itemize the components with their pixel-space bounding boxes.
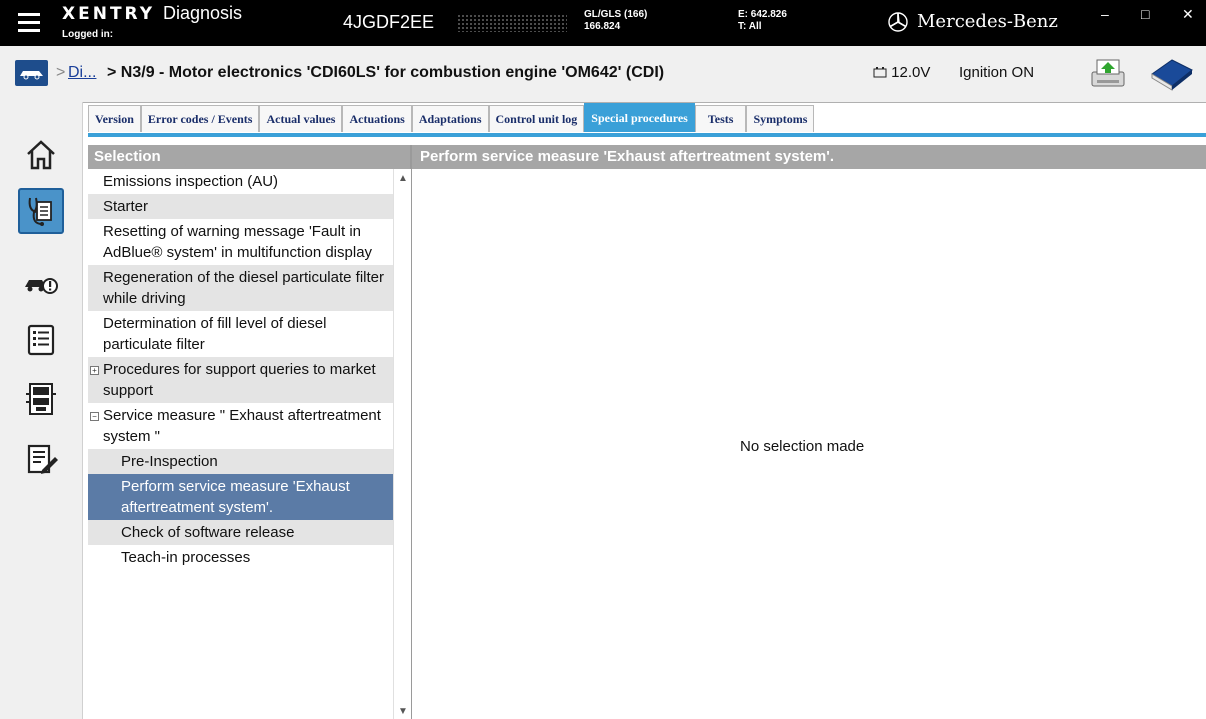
selection-scrollbar[interactable]: ▲ ▼: [393, 169, 411, 719]
model-info: GL/GLS (166) 166.824: [584, 9, 647, 33]
brand-name: XENTRY: [62, 4, 156, 24]
app-brand: XENTRY Diagnosis: [62, 3, 242, 24]
manual-book-icon[interactable]: [1146, 56, 1196, 92]
title-bar: XENTRY Diagnosis Logged in: 4JGDF2EE GL/G…: [0, 0, 1206, 46]
app-name: Diagnosis: [163, 3, 243, 23]
printer-icon[interactable]: [1088, 56, 1128, 92]
vin-masked-pattern: [457, 14, 567, 32]
breadcrumb-link[interactable]: Di...: [68, 64, 96, 82]
expand-toggle-icon[interactable]: +: [90, 366, 99, 375]
close-button[interactable]: ✕: [1182, 6, 1194, 23]
tab-control-unit-log[interactable]: Control unit log: [488, 105, 585, 132]
tab-tests[interactable]: Tests: [694, 105, 747, 132]
control-units-icon[interactable]: [22, 380, 60, 418]
breadcrumb-bar: > Di... > N3/9 - Motor electronics 'CDI6…: [0, 46, 1206, 103]
list-item-label: Procedures for support queries to market…: [103, 361, 376, 399]
manufacturer-name: Mercedes-Benz: [917, 11, 1058, 32]
list-item-group[interactable]: − Service measure " Exhaust aftertreatme…: [88, 403, 393, 449]
vehicle-home-button[interactable]: [15, 60, 48, 86]
diagnosis-icon[interactable]: [18, 188, 64, 234]
tab-version[interactable]: Version: [88, 105, 141, 132]
car-icon: [20, 71, 43, 80]
logged-in-label: Logged in:: [62, 29, 114, 40]
list-item[interactable]: Emissions inspection (AU): [88, 169, 393, 194]
main-header: Perform service measure 'Exhaust aftertr…: [412, 145, 1206, 169]
list-item[interactable]: Determination of fill level of diesel pa…: [88, 311, 393, 357]
list-item[interactable]: Check of software release: [88, 520, 393, 545]
scroll-down-icon[interactable]: ▼: [398, 706, 408, 717]
battery-icon: [873, 67, 887, 78]
collapse-toggle-icon[interactable]: −: [90, 412, 99, 421]
notepad-icon[interactable]: [22, 440, 60, 478]
list-icon[interactable]: [22, 320, 60, 358]
tab-special-procedures[interactable]: Special procedures: [584, 103, 695, 132]
home-icon[interactable]: [22, 136, 60, 174]
list-item[interactable]: Resetting of warning message 'Fault in A…: [88, 219, 393, 265]
left-sidebar: [0, 102, 83, 719]
tab-actuations[interactable]: Actuations: [342, 105, 412, 132]
model-line-1: GL/GLS (166): [584, 9, 648, 20]
tab-adaptations[interactable]: Adaptations: [411, 105, 489, 132]
tab-error-codes[interactable]: Error codes / Events: [140, 105, 260, 132]
hamburger-menu-icon[interactable]: [18, 13, 40, 33]
empty-message: No selection made: [740, 438, 865, 455]
tab-symptoms[interactable]: Symptoms: [746, 105, 815, 132]
list-item[interactable]: Starter: [88, 194, 393, 219]
selection-panel: Selection Emissions inspection (AU) Star…: [88, 145, 412, 719]
engine-line-2: T: All: [738, 21, 762, 32]
ignition-status: Ignition ON: [959, 64, 1035, 81]
vin-display: 4JGDF2EE: [343, 12, 435, 32]
engine-line-1: E: 642.826: [738, 9, 787, 20]
breadcrumb-separator: >: [56, 64, 66, 81]
breadcrumb-title: > N3/9 - Motor electronics 'CDI60LS' for…: [107, 64, 665, 81]
selection-list: Emissions inspection (AU) Starter Resett…: [88, 169, 393, 570]
list-item[interactable]: Teach-in processes: [88, 545, 393, 570]
tab-underline: [88, 133, 1206, 137]
list-item-label: Service measure " Exhaust aftertreatment…: [103, 407, 381, 445]
battery-voltage: 12.0V: [873, 64, 930, 81]
selection-header: Selection: [88, 145, 410, 169]
mercedes-star-icon: [888, 12, 908, 32]
main-panel: Perform service measure 'Exhaust aftertr…: [412, 145, 1206, 719]
list-item[interactable]: Pre-Inspection: [88, 449, 393, 474]
model-line-2: 166.824: [584, 21, 621, 32]
engine-info: E: 642.826 T: All: [738, 9, 787, 33]
scroll-up-icon[interactable]: ▲: [398, 173, 408, 184]
tab-bar: Version Error codes / Events Actual valu…: [88, 103, 815, 133]
battery-voltage-value: 12.0V: [891, 64, 931, 81]
list-item-selected[interactable]: Perform service measure 'Exhaust aftertr…: [88, 474, 393, 520]
tab-actual-values[interactable]: Actual values: [259, 105, 343, 132]
minimize-button[interactable]: –: [1101, 6, 1109, 22]
vehicle-warning-icon[interactable]: [22, 265, 60, 303]
list-item-group[interactable]: + Procedures for support queries to mark…: [88, 357, 393, 403]
maximize-button[interactable]: □: [1141, 6, 1149, 22]
list-item[interactable]: Regeneration of the diesel particulate f…: [88, 265, 393, 311]
